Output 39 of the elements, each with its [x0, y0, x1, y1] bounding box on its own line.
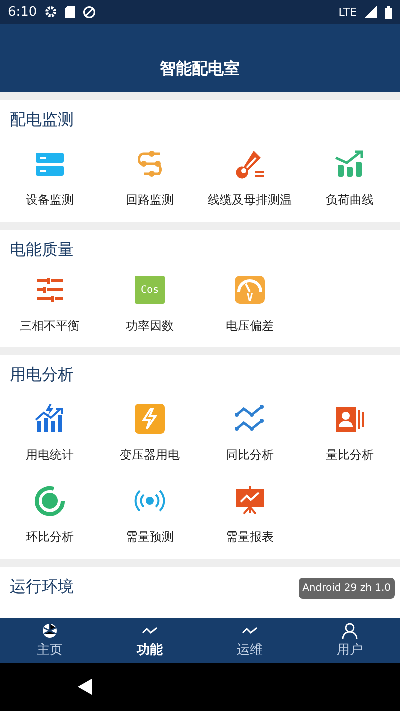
section-title: 配电监测 [10, 110, 74, 130]
feature-item[interactable]: Cos 功率因数 [100, 270, 200, 347]
back-icon[interactable] [78, 679, 92, 695]
battery-icon [385, 6, 392, 18]
lightning-icon [134, 403, 166, 435]
network-type: LTE [338, 6, 357, 18]
screen-title: 智能配电室 [160, 59, 240, 80]
nav-tab[interactable]: 用户 [300, 618, 400, 663]
sd-card-icon [65, 6, 76, 18]
signal-icon [365, 6, 377, 18]
ring-icon [34, 485, 66, 517]
growth-chart-icon [34, 403, 66, 435]
bar-chart-icon [334, 148, 366, 180]
section-title: 运行环境 [10, 576, 74, 598]
section-title: 电能质量 [10, 240, 74, 260]
nav-tab[interactable]: 功能 [100, 618, 200, 663]
feature-item[interactable]: 回路监测 [100, 140, 200, 222]
feature-item[interactable]: 设备监测 [0, 140, 100, 222]
nav-tab[interactable]: 运维 [200, 618, 300, 663]
person-icon [342, 622, 358, 638]
feature-item[interactable]: 变压器用电 [100, 395, 200, 477]
circle-icon [83, 6, 96, 18]
feature-item[interactable]: 线缆及母排测温 [200, 140, 300, 222]
feature-item[interactable]: 负荷曲线 [300, 140, 400, 222]
section-title: 用电分析 [10, 364, 74, 386]
feature-item[interactable]: V 电压偏差 [200, 270, 300, 347]
tile-icon: Cos [134, 274, 166, 306]
status-time: 6:10 [8, 4, 38, 20]
feature-item[interactable]: 需量预测 [100, 477, 200, 559]
feature-item[interactable]: 需量报表 [200, 477, 300, 559]
gauge-icon: V [234, 274, 266, 306]
nav-tab[interactable]: 主页 [0, 618, 100, 663]
feature-item[interactable]: 同比分析 [200, 395, 300, 477]
feature-item[interactable]: 量比分析 [300, 395, 400, 477]
feature-item[interactable]: 用电统计 [0, 395, 100, 477]
feature-item[interactable]: 环比分析 [0, 477, 100, 559]
feature-item[interactable]: 三相不平衡 [0, 270, 100, 347]
toast: Android 29 zh 1.0 [298, 578, 395, 599]
presentation-icon [234, 485, 266, 517]
